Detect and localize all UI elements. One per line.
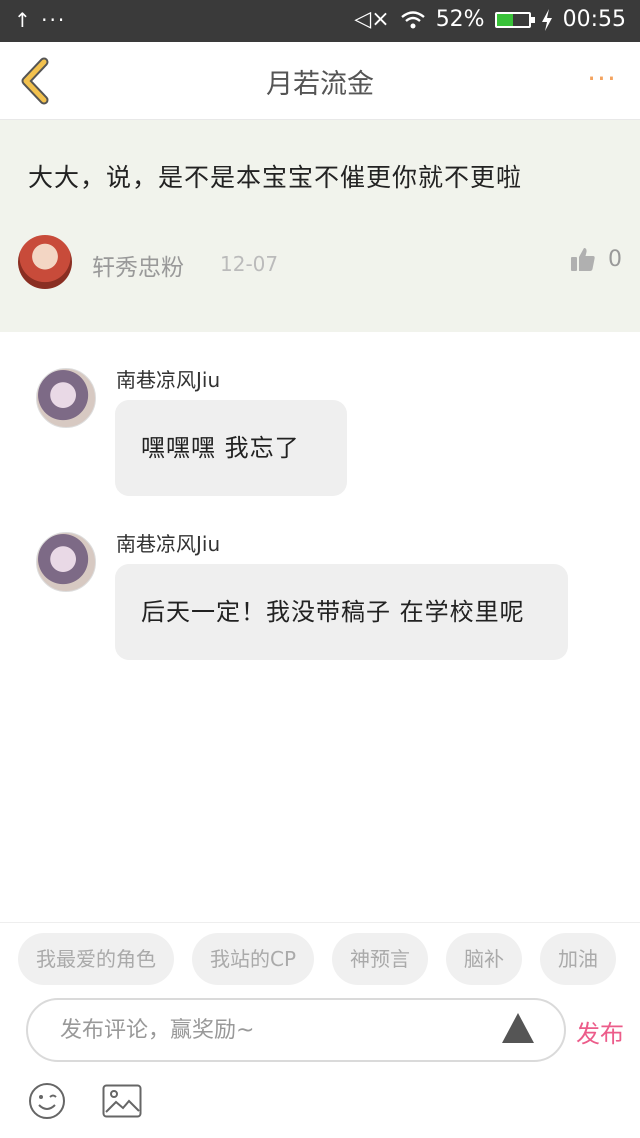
tag-chip[interactable]: 我站的CP (192, 933, 315, 985)
comment-input[interactable] (26, 998, 566, 1062)
clock: 00:55 (562, 7, 626, 32)
thumbs-up-icon (571, 248, 595, 271)
charging-icon (541, 8, 552, 31)
post-text: 大大，说，是不是本宝宝不催更你就不更啦 (28, 163, 523, 192)
battery-icon (494, 11, 535, 28)
post-author-avatar[interactable] (18, 235, 72, 289)
comment-input-row: 发布 (0, 996, 640, 1066)
more-options-icon[interactable]: ··· (582, 64, 622, 100)
like-count: 0 (608, 246, 622, 272)
commenter-avatar[interactable] (36, 532, 96, 592)
post-date: 12-07 (220, 252, 279, 276)
mute-icon: ◁× (354, 7, 390, 32)
status-left-icons: ↑ ··· (14, 8, 67, 32)
tag-suggestions: 我最爱的角色 我站的CP 神预言 脑补 加油 (0, 922, 640, 996)
status-bar: ↑ ··· ◁× 52% 00:55 (0, 0, 640, 42)
commenter-name[interactable]: 南巷凉风Jiu (116, 364, 220, 393)
tag-chip[interactable]: 脑补 (446, 933, 523, 985)
emoji-icon[interactable] (28, 1082, 66, 1120)
tag-chip[interactable]: 我最爱的角色 (18, 933, 174, 985)
comment-bubble: 嘿嘿嘿 我忘了 (115, 400, 347, 496)
like-button[interactable]: 0 (570, 246, 622, 272)
original-post: 大大，说，是不是本宝宝不催更你就不更啦 轩秀忠粉 12-07 0 (0, 120, 640, 332)
wifi-icon (400, 10, 425, 28)
battery-percent: 52% (435, 7, 485, 32)
tag-chip[interactable]: 神预言 (332, 933, 429, 985)
input-tools (0, 1080, 640, 1126)
post-author-name[interactable]: 轩秀忠粉 (92, 248, 184, 282)
commenter-name[interactable]: 南巷凉风Jiu (116, 528, 220, 557)
commenter-avatar[interactable] (36, 368, 96, 428)
nav-bar: 月若流金 ··· (0, 42, 640, 120)
battery-fill (496, 13, 514, 26)
page-title: 月若流金 (266, 69, 374, 100)
status-right: ◁× 52% 00:55 (354, 7, 626, 32)
tag-list: 我最爱的角色 我站的CP 神预言 脑补 加油 (18, 933, 617, 985)
tag-chip[interactable]: 加油 (540, 933, 617, 985)
triangle-up-icon[interactable] (500, 1010, 536, 1046)
image-icon[interactable] (102, 1084, 142, 1118)
comment-bubble: 后天一定！我没带稿子 在学校里呢 (115, 564, 568, 660)
publish-button[interactable]: 发布 (576, 1014, 624, 1049)
